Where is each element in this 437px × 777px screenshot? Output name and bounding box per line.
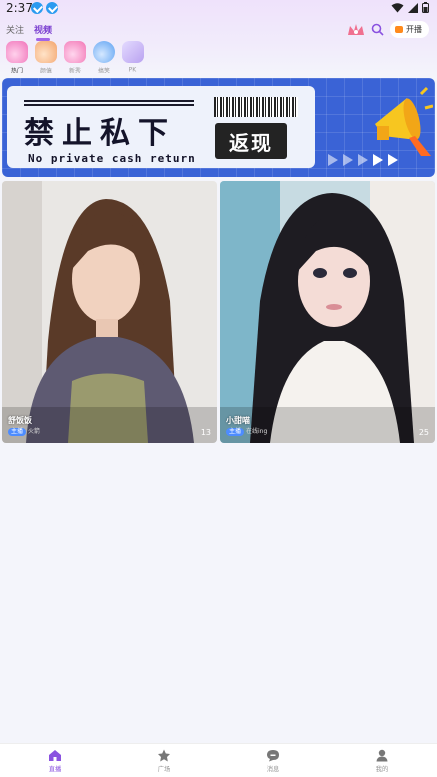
download-icon	[31, 2, 43, 14]
category-beauty[interactable]: 颜值	[31, 41, 60, 76]
flame-icon	[5, 41, 28, 63]
smile-icon	[92, 41, 115, 63]
go-live-button[interactable]: 开播	[390, 21, 429, 38]
streamer-badge: 主播	[226, 428, 245, 436]
star-icon	[63, 41, 86, 63]
category-label: 新秀	[68, 67, 81, 75]
nav-plaza[interactable]: 广场	[109, 744, 218, 777]
nav-messages[interactable]: 消息	[219, 744, 328, 777]
status-time: 2:37	[6, 1, 33, 15]
streamer-badge: 主播	[8, 428, 27, 436]
nav-label: 广场	[157, 765, 171, 773]
category-row: 热门 颜值 新秀 搞笑 PK	[2, 41, 147, 76]
crown-icon[interactable]	[347, 23, 365, 37]
streamer-name: 舒饭饭	[8, 416, 32, 425]
category-label: 颜值	[39, 67, 52, 75]
planet-icon	[157, 749, 170, 762]
nav-label: 我的	[376, 765, 389, 773]
top-tabs: 关注 视频	[6, 23, 52, 41]
battery-icon	[422, 2, 429, 13]
go-live-label: 开播	[406, 25, 422, 34]
streamer-note: 火箭	[28, 428, 41, 435]
banner-title: 禁止私下	[24, 116, 176, 151]
streamer-note: 在线ing	[246, 428, 268, 435]
user-icon	[376, 749, 388, 762]
category-newbie[interactable]: 新秀	[60, 41, 89, 76]
wifi-icon	[391, 2, 404, 12]
streamer-name: 小甜喵	[226, 416, 250, 425]
pk-icon	[121, 41, 144, 63]
signal-icon	[408, 2, 418, 13]
home-icon	[48, 750, 61, 761]
gem-icon	[34, 41, 57, 63]
arrow-icon	[328, 154, 338, 166]
banner-divider	[24, 100, 194, 106]
camera-icon	[395, 26, 403, 33]
category-hot[interactable]: 热门	[2, 41, 31, 76]
stream-card[interactable]: 小甜喵 主播 在线ing 25	[220, 181, 435, 443]
megaphone-icon	[375, 86, 433, 156]
viewer-count: 25	[418, 428, 429, 437]
arrow-icon	[343, 154, 353, 166]
top-actions: 开播	[347, 21, 429, 38]
category-label: 热门	[10, 67, 23, 75]
nav-label: 消息	[266, 765, 280, 773]
tab-following[interactable]: 关注	[6, 23, 24, 36]
status-indicators	[391, 2, 429, 13]
download-icon	[46, 2, 58, 14]
stream-thumbnail	[220, 181, 435, 443]
category-label: PK	[128, 66, 137, 74]
banner-subtitle: No private cash return	[28, 152, 196, 165]
bottom-nav: 直播 广场 消息 我的	[0, 743, 437, 777]
nav-profile[interactable]: 我的	[328, 744, 437, 777]
nav-live[interactable]: 直播	[0, 744, 109, 777]
barcode-graphic	[214, 97, 298, 117]
category-funny[interactable]: 搞笑	[89, 41, 118, 76]
nav-label: 直播	[48, 765, 61, 773]
banner-badge: 返现	[215, 123, 287, 159]
search-icon[interactable]	[371, 23, 384, 36]
stream-card[interactable]: 舒饭饭 主播 火箭 13	[2, 181, 217, 443]
status-bar: 2:37	[0, 0, 437, 18]
category-label: 搞笑	[97, 67, 110, 75]
stream-thumbnail	[2, 181, 217, 443]
category-pk[interactable]: PK	[118, 41, 147, 76]
message-icon	[267, 750, 280, 762]
tab-video[interactable]: 视频	[34, 23, 52, 41]
viewer-count: 13	[200, 428, 211, 437]
